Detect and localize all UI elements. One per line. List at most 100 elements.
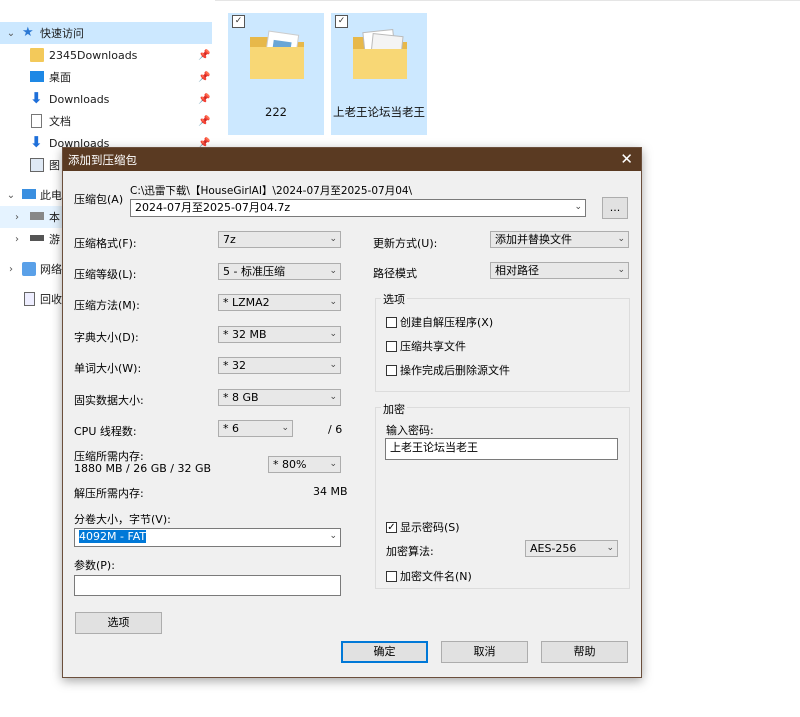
nav-label: Downloads <box>49 92 110 106</box>
nav-label: 游 <box>49 233 60 246</box>
archive-label: 压缩包(A) <box>74 193 124 206</box>
chevron-down-icon: ⌄ <box>329 297 337 307</box>
recycle-bin-icon <box>24 292 35 306</box>
split-combo[interactable]: 4092M - FAT ⌄ <box>74 528 341 547</box>
cpu-select[interactable]: * 6 ⌄ <box>218 420 293 437</box>
document-icon <box>31 114 42 128</box>
chevron-down-icon: ⌄ <box>281 423 289 433</box>
folder-tile-222[interactable]: ✓ 222 <box>228 13 324 135</box>
nav-label: 此电 <box>40 189 62 202</box>
help-button[interactable]: 帮助 <box>541 641 628 663</box>
nav-item-2345downloads[interactable]: 2345Downloads 📌 <box>0 44 212 66</box>
chevron-right-icon[interactable]: › <box>12 234 22 245</box>
chevron-down-icon: ⌄ <box>574 202 582 212</box>
pin-icon: 📌 <box>198 115 211 127</box>
split-value: 4092M - FAT <box>79 530 147 543</box>
path-value: 相对路径 <box>495 264 539 277</box>
options-button[interactable]: 选项 <box>75 612 162 634</box>
method-select[interactable]: * LZMA2 ⌄ <box>218 294 341 311</box>
solid-label: 固实数据大小: <box>74 394 144 407</box>
shared-label: 压缩共享文件 <box>400 340 466 353</box>
chevron-down-icon: ⌄ <box>329 266 337 276</box>
dict-label: 字典大小(D): <box>74 331 139 344</box>
chevron-down-icon: ⌄ <box>329 234 337 244</box>
dialog-titlebar[interactable]: 添加到压缩包 ✕ <box>63 148 641 171</box>
shared-checkbox[interactable]: 压缩共享文件 <box>386 338 466 354</box>
dict-select[interactable]: * 32 MB ⌄ <box>218 326 341 343</box>
archive-name-value: 2024-07月至2025-07月04.7z <box>135 201 291 214</box>
params-input[interactable] <box>74 575 341 596</box>
show-password-checkbox[interactable]: ✓ 显示密码(S) <box>386 519 460 535</box>
checkbox-checked-icon[interactable]: ✓ <box>232 15 245 28</box>
word-label: 单词大小(W): <box>74 362 142 375</box>
nav-label: 快速访问 <box>40 27 84 40</box>
update-value: 添加并替换文件 <box>495 233 572 246</box>
update-label: 更新方式(U): <box>373 237 438 250</box>
cpu-total: / 6 <box>328 423 343 436</box>
checkbox-icon[interactable] <box>386 316 397 328</box>
chevron-down-icon: ⌄ <box>329 459 337 469</box>
checkbox-icon[interactable] <box>386 364 397 376</box>
solid-select[interactable]: * 8 GB ⌄ <box>218 389 341 406</box>
enc-method-value: AES-256 <box>530 542 577 555</box>
level-label: 压缩等级(L): <box>74 268 137 281</box>
update-select[interactable]: 添加并替换文件 ⌄ <box>490 231 629 248</box>
nav-quick-access[interactable]: ⌄ ★ 快速访问 <box>0 22 212 44</box>
checkbox-icon[interactable] <box>386 340 397 352</box>
pin-icon: 📌 <box>198 71 211 83</box>
path-select[interactable]: 相对路径 ⌄ <box>490 262 629 279</box>
folder-tile-laowang[interactable]: ✓ 上老王论坛当老王 <box>331 13 427 135</box>
dialog-title: 添加到压缩包 <box>68 153 137 167</box>
params-label: 参数(P): <box>74 559 115 572</box>
password-input[interactable]: 上老王论坛当老王 <box>385 438 618 460</box>
chevron-right-icon[interactable]: › <box>12 212 22 223</box>
folder-icon <box>353 28 407 79</box>
checkbox-checked-icon[interactable]: ✓ <box>335 15 348 28</box>
options-group-title: 选项 <box>381 291 407 307</box>
nav-item-downloads[interactable]: ⬇ Downloads 📌 <box>0 88 212 110</box>
method-label: 压缩方法(M): <box>74 299 140 312</box>
delete-checkbox[interactable]: 操作完成后删除源文件 <box>386 362 510 378</box>
cpu-value: * 6 <box>223 422 239 435</box>
archive-name-combo[interactable]: 2024-07月至2025-07月04.7z ⌄ <box>130 199 586 217</box>
encrypt-names-checkbox[interactable]: 加密文件名(N) <box>386 568 472 584</box>
ok-button[interactable]: 确定 <box>341 641 428 663</box>
level-select[interactable]: 5 - 标准压缩 ⌄ <box>218 263 341 280</box>
checkbox-checked-icon[interactable]: ✓ <box>386 521 397 533</box>
download-icon: ⬇ <box>30 89 43 107</box>
chevron-right-icon[interactable]: › <box>6 264 16 275</box>
level-value: 5 - 标准压缩 <box>223 265 285 278</box>
nav-item-documents[interactable]: 文档 📌 <box>0 110 212 132</box>
path-label: 路径模式 <box>373 267 417 280</box>
checkbox-icon[interactable] <box>386 570 397 582</box>
nav-label: 本 <box>49 211 60 224</box>
close-icon[interactable]: ✕ <box>620 150 633 168</box>
chevron-down-icon[interactable]: ⌄ <box>6 190 16 201</box>
word-select[interactable]: * 32 ⌄ <box>218 357 341 374</box>
enc-method-label: 加密算法: <box>386 545 434 558</box>
chevron-down-icon[interactable]: ⌄ <box>6 28 16 39</box>
split-label: 分卷大小，字节(V): <box>74 513 171 526</box>
password-label: 输入密码: <box>386 424 434 437</box>
format-select[interactable]: 7z ⌄ <box>218 231 341 248</box>
sfx-checkbox[interactable]: 创建自解压程序(X) <box>386 314 493 330</box>
sfx-label: 创建自解压程序(X) <box>400 316 494 329</box>
format-label: 压缩格式(F): <box>74 237 137 250</box>
decomp-label: 解压所需内存: <box>74 487 144 500</box>
download-icon: ⬇ <box>30 133 43 151</box>
mem-value: * 80% <box>273 458 307 471</box>
mem-select[interactable]: * 80% ⌄ <box>268 456 341 473</box>
nav-label: 文档 <box>49 115 71 128</box>
chevron-down-icon: ⌄ <box>329 360 337 370</box>
disk-icon <box>30 212 44 220</box>
chevron-down-icon: ⌄ <box>329 392 337 402</box>
browse-button[interactable]: ... <box>602 197 628 219</box>
enc-method-select[interactable]: AES-256 ⌄ <box>525 540 618 557</box>
star-icon: ★ <box>22 25 34 40</box>
archive-path: C:\迅雷下载\【HouseGirlAI】\2024-07月至2025-07月0… <box>130 185 413 197</box>
dict-value: * 32 MB <box>223 328 267 341</box>
pin-icon: 📌 <box>198 49 211 61</box>
cancel-button[interactable]: 取消 <box>441 641 528 663</box>
network-icon <box>22 262 36 276</box>
nav-item-desktop[interactable]: 桌面 📌 <box>0 66 212 88</box>
